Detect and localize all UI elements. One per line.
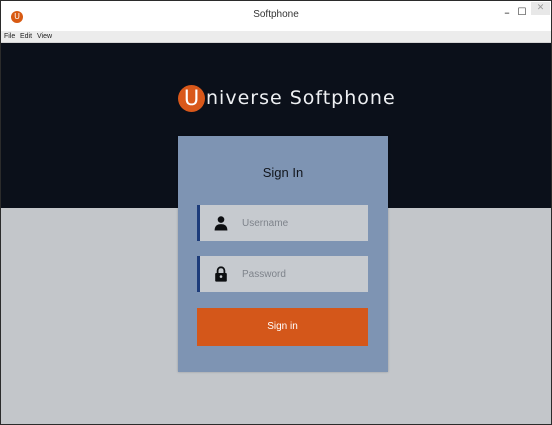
password-input[interactable] bbox=[242, 256, 366, 292]
brand-initial-icon: U bbox=[178, 85, 205, 112]
menu-item-file[interactable]: File bbox=[4, 31, 15, 42]
title-bar[interactable]: U Softphone – ☐ ✕ bbox=[1, 1, 551, 31]
app-window: U Softphone – ☐ ✕ File Edit View U niver… bbox=[0, 0, 552, 425]
menu-item-edit[interactable]: Edit bbox=[20, 31, 32, 42]
window-title: Softphone bbox=[253, 9, 299, 20]
minimize-button[interactable]: – bbox=[500, 7, 514, 19]
sign-in-button[interactable]: Sign in bbox=[197, 308, 368, 346]
user-icon bbox=[214, 216, 228, 231]
close-button[interactable]: ✕ bbox=[531, 2, 550, 15]
sign-in-title: Sign In bbox=[262, 165, 304, 180]
password-field[interactable] bbox=[197, 256, 368, 292]
brand-name: niverse Softphone bbox=[206, 87, 396, 109]
menu-bar: File Edit View bbox=[1, 31, 551, 43]
lock-icon bbox=[215, 266, 227, 282]
username-input[interactable] bbox=[242, 205, 366, 241]
username-field[interactable] bbox=[197, 205, 368, 241]
maximize-button[interactable]: ☐ bbox=[515, 7, 529, 19]
menu-item-view[interactable]: View bbox=[37, 31, 52, 42]
sign-in-card: Sign In Sign in bbox=[178, 136, 388, 372]
